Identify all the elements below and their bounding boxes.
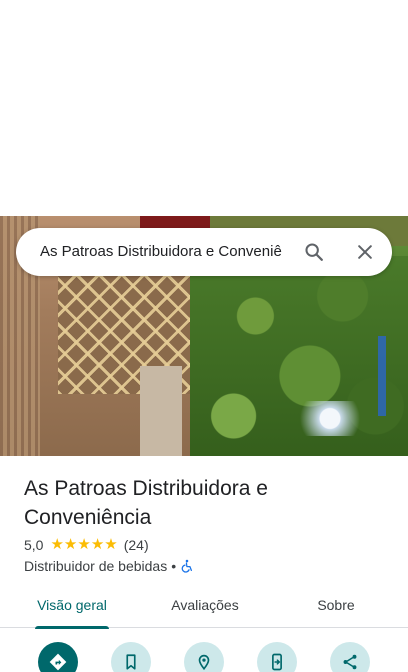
bookmark-icon bbox=[126, 654, 136, 670]
search-button[interactable] bbox=[298, 236, 330, 268]
tab-overview[interactable]: Visão geral bbox=[35, 586, 109, 629]
save-button[interactable] bbox=[111, 642, 151, 672]
photo-blue-object bbox=[378, 336, 386, 416]
place-tabs: Visão geral Avaliações Sobre bbox=[0, 586, 408, 629]
send-to-phone-button[interactable] bbox=[257, 642, 297, 672]
separator-dot: • bbox=[171, 558, 177, 574]
nearby-button[interactable] bbox=[184, 642, 224, 672]
rating-row[interactable]: 5,0 ★ ★ ★ ★ ★ (24) bbox=[24, 536, 149, 554]
star-icon: ★ bbox=[50, 536, 64, 553]
share-icon bbox=[343, 654, 357, 670]
location-pin-icon bbox=[198, 654, 210, 671]
star-icon: ★ bbox=[63, 536, 78, 553]
star-icon: ★ bbox=[90, 536, 105, 553]
category-row: Distribuidor de bebidas • bbox=[24, 557, 194, 575]
place-title: As Patroas Distribuidora e Conveniência bbox=[24, 477, 268, 529]
directions-icon bbox=[49, 653, 67, 671]
action-buttons bbox=[0, 642, 408, 672]
search-bar[interactable]: As Patroas Distribuidora e Conveniê bbox=[16, 228, 392, 276]
tab-overview-label: Visão geral bbox=[37, 597, 107, 613]
search-icon bbox=[305, 243, 323, 261]
photo-pillar bbox=[140, 366, 182, 456]
rating-value: 5,0 bbox=[24, 537, 44, 553]
share-button[interactable] bbox=[330, 642, 370, 672]
place-category: Distribuidor de bebidas bbox=[24, 558, 168, 574]
send-to-phone-icon bbox=[272, 653, 282, 671]
tab-about-label: Sobre bbox=[317, 597, 355, 613]
active-tab-indicator bbox=[35, 626, 109, 629]
review-count: (24) bbox=[123, 537, 149, 553]
search-input[interactable]: As Patroas Distribuidora e Conveniê bbox=[40, 228, 290, 276]
star-icon: ★ bbox=[77, 536, 91, 553]
photo-sky bbox=[300, 401, 360, 436]
close-icon bbox=[358, 245, 372, 259]
photo-foliage bbox=[190, 256, 408, 456]
tab-reviews[interactable]: Avaliações bbox=[162, 586, 248, 628]
star-icon: ★ bbox=[104, 536, 118, 553]
map-blank-area bbox=[0, 0, 408, 216]
tab-about[interactable]: Sobre bbox=[310, 586, 362, 628]
place-info-panel: As Patroas Distribuidora e Conveniência … bbox=[0, 456, 408, 672]
photo-trellis bbox=[58, 274, 208, 394]
clear-search-button[interactable] bbox=[349, 236, 381, 268]
tab-reviews-label: Avaliações bbox=[171, 597, 239, 613]
directions-button[interactable] bbox=[38, 642, 78, 672]
wheelchair-accessible-icon bbox=[181, 559, 193, 573]
star-rating: ★ ★ ★ ★ ★ bbox=[50, 536, 117, 554]
